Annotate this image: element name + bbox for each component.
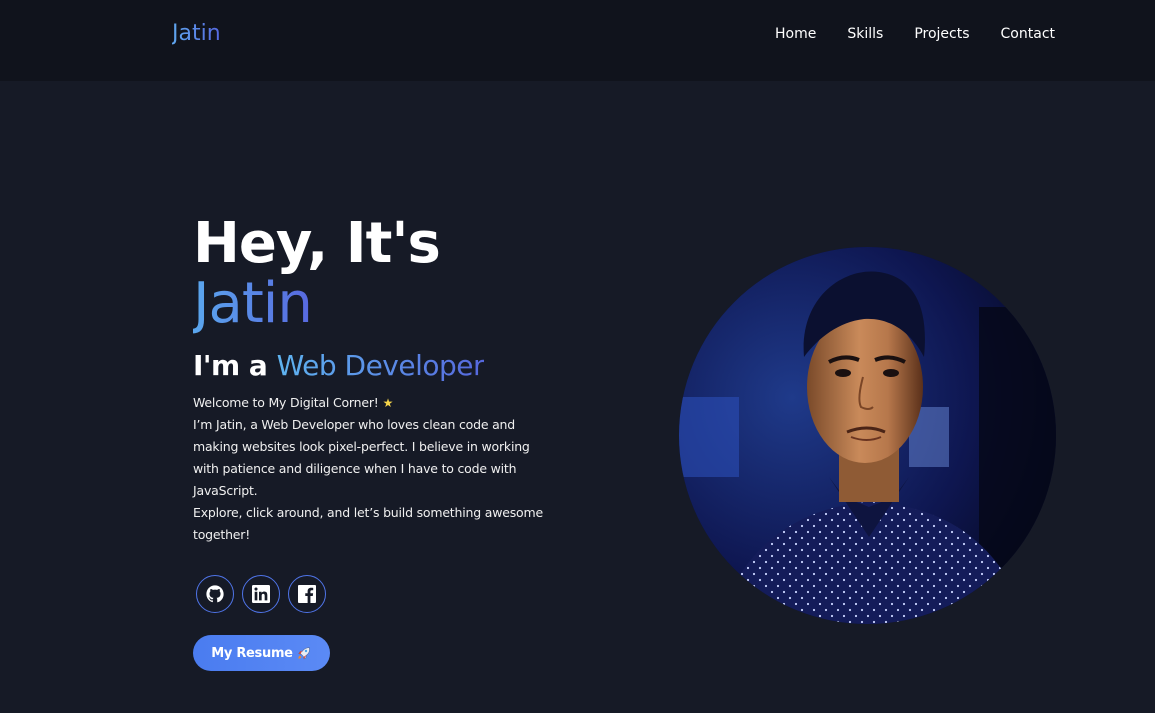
navbar: Jatin Home Skills Projects Contact — [0, 0, 1155, 81]
rocket-icon — [297, 647, 310, 660]
role-prefix: I'm a — [193, 349, 277, 382]
github-icon — [206, 585, 224, 603]
star-icon: ★ — [382, 396, 394, 410]
hero-name: Jatin — [193, 271, 313, 336]
nav-link-home[interactable]: Home — [775, 26, 816, 42]
cta-text: Explore, click around, and let’s build s… — [193, 505, 543, 542]
nav-link-projects[interactable]: Projects — [914, 26, 969, 42]
resume-label: My Resume — [211, 645, 293, 661]
welcome-line: Welcome to My Digital Corner! ★ — [193, 392, 553, 414]
profile-illustration — [679, 247, 1056, 624]
linkedin-icon — [252, 585, 270, 603]
hero-greeting: Hey, It's — [193, 211, 441, 276]
hero-role: I'm a Web Developer — [193, 348, 573, 384]
social-links — [196, 575, 334, 613]
resume-button[interactable]: My Resume — [193, 635, 330, 671]
nav-link-contact[interactable]: Contact — [1001, 26, 1055, 42]
facebook-link[interactable] — [288, 575, 326, 613]
nav-links: Home Skills Projects Contact — [775, 26, 1055, 42]
nav-link-skills[interactable]: Skills — [847, 26, 883, 42]
linkedin-link[interactable] — [242, 575, 280, 613]
facebook-icon — [298, 585, 316, 603]
github-link[interactable] — [196, 575, 234, 613]
hero-description: Welcome to My Digital Corner! ★ I’m Jatin… — [193, 392, 553, 546]
site-logo[interactable]: Jatin — [172, 21, 221, 46]
bio-text: I’m Jatin, a Web Developer who loves cle… — [193, 417, 530, 498]
hero-section: Hey, It's Jatin I'm a Web Developer Welc… — [193, 214, 573, 546]
role-highlight: Web Developer — [276, 349, 485, 382]
welcome-text: Welcome to My Digital Corner! — [193, 395, 379, 410]
profile-photo — [679, 247, 1056, 624]
